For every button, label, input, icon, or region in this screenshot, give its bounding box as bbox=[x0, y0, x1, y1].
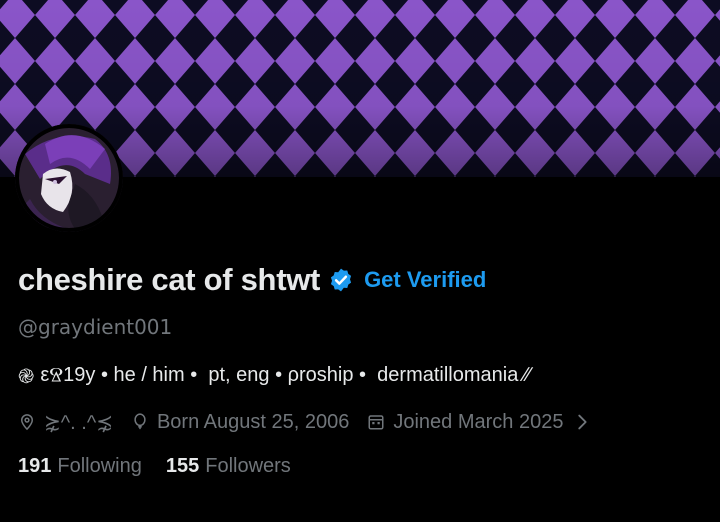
name-row: cheshire cat of shtwt Get Verified bbox=[18, 262, 486, 298]
location-item: ⋩^. .^⋨ bbox=[18, 410, 113, 435]
joined-text: Joined March 2025 bbox=[393, 410, 564, 433]
chevron-right-icon[interactable] bbox=[571, 411, 593, 433]
bio-separator: • bbox=[184, 364, 209, 386]
calendar-icon bbox=[368, 415, 384, 430]
spiral-icon: ֎ bbox=[18, 366, 35, 388]
profile-stats: 191 Following 155 Followers bbox=[18, 455, 315, 478]
birthday-item: Born August 25, 2006 bbox=[131, 411, 349, 434]
following-label: Following bbox=[57, 455, 142, 477]
following-link[interactable]: 191 Following bbox=[18, 455, 142, 478]
following-count: 191 bbox=[18, 455, 52, 477]
location-text: ⋩^. .^⋨ bbox=[44, 411, 113, 434]
followers-link[interactable]: 155 Followers bbox=[166, 455, 291, 478]
balloon-icon bbox=[134, 413, 146, 430]
location-pin-icon bbox=[20, 414, 34, 431]
display-name: cheshire cat of shtwt bbox=[18, 262, 321, 297]
avatar[interactable] bbox=[15, 124, 123, 232]
joined-item[interactable]: Joined March 2025 bbox=[367, 411, 601, 434]
verified-badge-icon[interactable] bbox=[328, 267, 354, 293]
avatar-image bbox=[15, 124, 123, 232]
profile-meta: ⋩^. .^⋨ Born August 25, 2006 Joined Marc… bbox=[18, 408, 619, 436]
bio-separator: • bbox=[353, 364, 378, 386]
birthday-text: Born August 25, 2006 bbox=[156, 410, 350, 433]
bio-separator: • bbox=[269, 364, 288, 386]
bio-condition: dermatillomania ∕∕ bbox=[377, 364, 531, 386]
followers-count: 155 bbox=[165, 455, 200, 477]
bio-proship: ρroship bbox=[287, 364, 354, 386]
bio-separator: • bbox=[95, 364, 114, 386]
profile-bio: ֎ εⰔ19у • he / him • pt, eng • ρroship •… bbox=[18, 362, 531, 389]
bio-languages: pt, eng bbox=[208, 364, 270, 386]
bio-age: εⰔ19у bbox=[40, 364, 96, 386]
followers-label: Followers bbox=[205, 455, 291, 477]
bio-pronouns: he / him bbox=[113, 364, 185, 386]
get-verified-link[interactable]: Get Verified bbox=[364, 267, 486, 293]
profile-handle: @graydient001 bbox=[18, 315, 173, 339]
